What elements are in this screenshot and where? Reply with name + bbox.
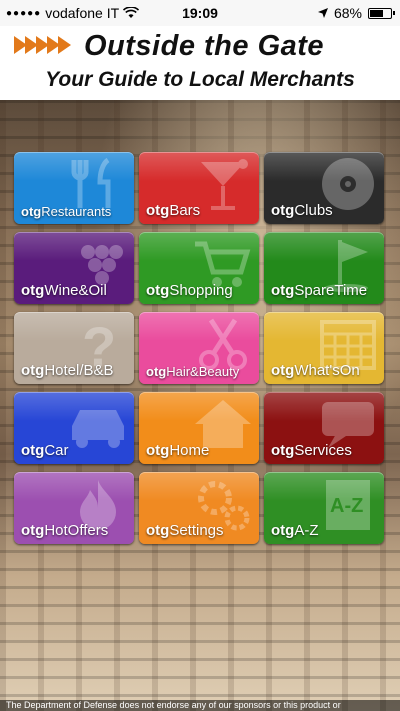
app-title: Outside the Gate [84,30,325,62]
tile-label-prefix: otg [271,202,295,219]
tile-label-prefix: otg [21,204,42,219]
tile-label-prefix: otg [146,522,170,539]
tile-label-name: Settings [169,522,224,539]
tile-label: otgHair&Beauty [146,364,239,379]
car-icon [72,410,124,448]
tile-label-prefix: otg [271,362,295,379]
battery-icon [368,7,395,19]
tile-shopping[interactable]: otgShopping [139,232,259,304]
tile-label: otgClubs [271,202,333,219]
tile-label-name: Shopping [169,282,233,299]
battery-percent: 68% [333,5,362,21]
tile-wine-oil[interactable]: otgWine&Oil [14,232,134,304]
location-arrow-icon [317,8,328,18]
tile-label-prefix: otg [146,202,170,219]
tile-label-prefix: otg [146,282,170,299]
tile-clubs[interactable]: otgClubs [264,152,384,224]
tile-label-name: HotOffers [44,522,109,539]
tile-label-prefix: otg [271,522,295,539]
chevron-arrows-icon [14,36,71,54]
tile-label: otgWine&Oil [21,282,107,299]
tile-label-name: What'sOn [294,362,360,379]
tile-what-son[interactable]: otgWhat'sOn [264,312,384,384]
tile-label-name: Car [44,442,69,459]
tile-label: otgHotel/B&B [21,362,114,379]
category-grid: otgRestaurants otgBars otgClubs otgWine&Oil… [14,152,384,544]
tile-label-prefix: otg [21,442,45,459]
tile-label: otgWhat'sOn [271,362,360,379]
tile-bars[interactable]: otgBars [139,152,259,224]
tile-label-prefix: otg [21,282,45,299]
tile-label: otgShopping [146,282,233,299]
tile-label-prefix: otg [271,442,295,459]
app-subtitle: Your Guide to Local Merchants [45,68,355,91]
tile-label-name: A-Z [294,522,319,539]
tile-car[interactable]: otgCar [14,392,134,464]
tile-label-name: SpareTime [294,282,368,299]
tile-label-prefix: otg [146,364,167,379]
tile-label-prefix: otg [271,282,295,299]
tile-label-prefix: otg [21,522,45,539]
tile-hair-beauty[interactable]: otgHair&Beauty [139,312,259,384]
martini-icon [201,159,248,210]
tile-label-name: Clubs [294,202,333,219]
app-header: Outside the Gate Your Guide to Local Mer… [0,26,400,100]
tile-label: otgA-Z [271,522,319,539]
tile-label-name: Home [169,442,210,459]
tile-services[interactable]: otgServices [264,392,384,464]
tile-label: otgSettings [146,522,224,539]
a-z-book-icon: A-Z [326,480,370,530]
tile-label-name: Restaurants [41,204,112,219]
tile-label-name: Services [294,442,352,459]
tile-hotel-b-b[interactable]: ? otgHotel/B&B [14,312,134,384]
disclaimer-text: The Department of Defense does not endor… [0,700,400,711]
svg-text:A-Z: A-Z [330,495,363,517]
tile-label-name: Bars [169,202,201,219]
tile-label: otgHotOffers [21,522,108,539]
tile-label-name: Hair&Beauty [166,364,240,379]
tile-label: otgRestaurants [21,204,111,219]
tile-sparetime[interactable]: otgSpareTime [264,232,384,304]
tile-restaurants[interactable]: otgRestaurants [14,152,134,224]
tile-hotoffers[interactable]: otgHotOffers [14,472,134,544]
tile-label: otgCar [21,442,69,459]
tile-home[interactable]: otgHome [139,392,259,464]
tile-label: otgHome [146,442,209,459]
tile-label-prefix: otg [146,442,170,459]
tile-label: otgSpareTime [271,282,367,299]
tile-label-name: Hotel/B&B [44,362,114,379]
tile-label-prefix: otg [21,362,45,379]
tile-label: otgServices [271,442,352,459]
tile-label: otgBars [146,202,200,219]
tile-a-z[interactable]: A-Z otgA-Z [264,472,384,544]
tile-label-name: Wine&Oil [44,282,107,299]
status-bar: ●●●●● vodafone IT 19:09 68% [0,0,400,26]
tile-settings[interactable]: otgSettings [139,472,259,544]
